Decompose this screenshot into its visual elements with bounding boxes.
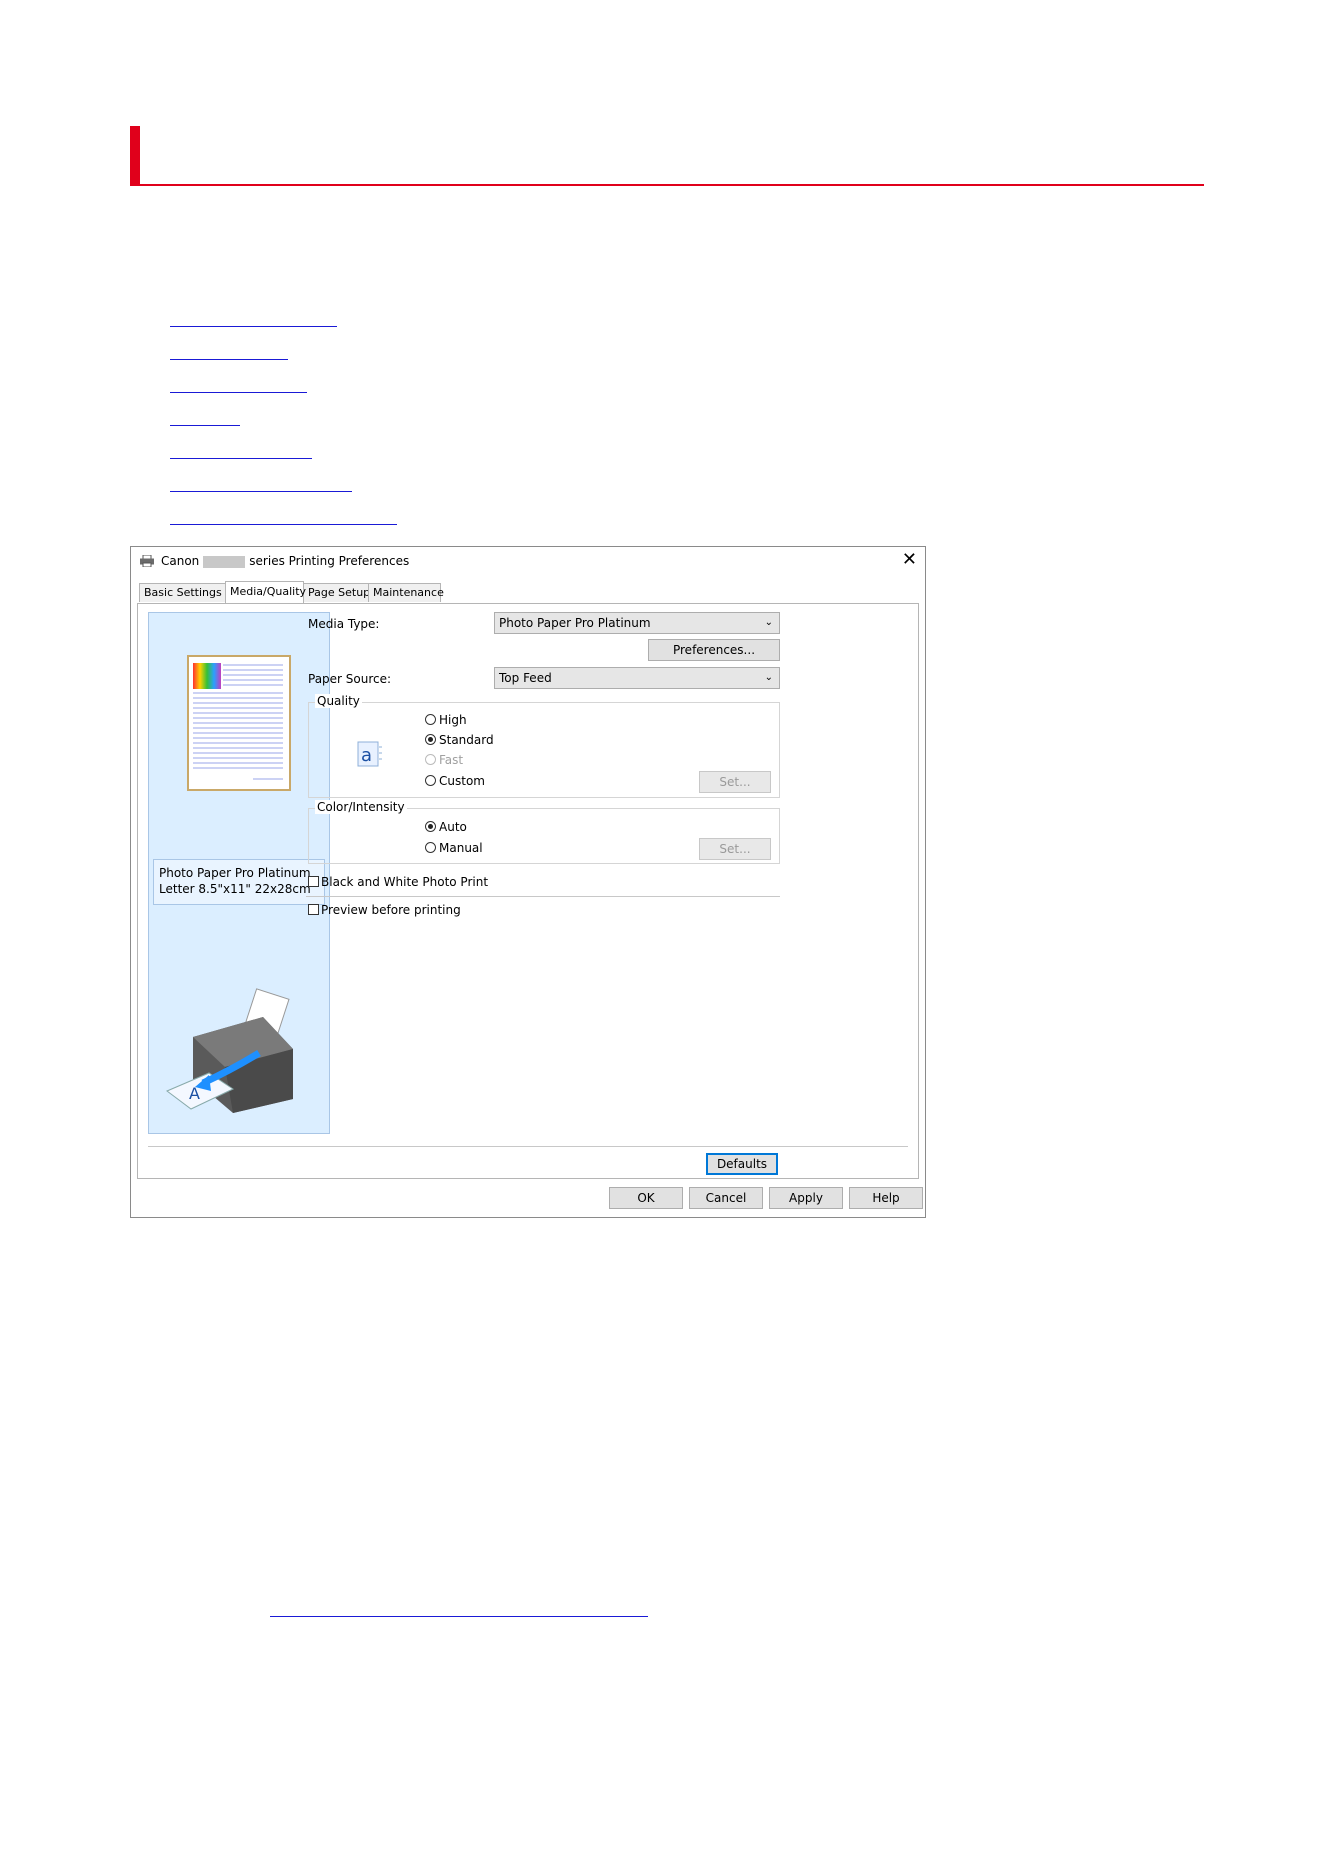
tab-basic-settings[interactable]: Basic Settings [139, 583, 226, 602]
media-type-label: Media Type: [308, 617, 380, 631]
chevron-down-icon: ⌄ [764, 672, 773, 683]
close-button[interactable]: ✕ [902, 549, 917, 571]
media-quality-panel: Photo Paper Pro Platinum Letter 8.5"x11"… [137, 603, 919, 1179]
preferences-button[interactable]: Preferences... [648, 639, 780, 661]
printer-icon [140, 555, 154, 567]
redacted-model-name [203, 555, 246, 568]
toc-link-1[interactable] [170, 312, 397, 345]
color-manual-radio[interactable]: Manual [425, 840, 483, 856]
ok-button[interactable]: OK [609, 1187, 683, 1209]
toc-link-4[interactable] [170, 411, 397, 444]
toc-link-3[interactable] [170, 378, 397, 411]
svg-text:a: a [361, 745, 372, 766]
printer-illustration-icon: A [166, 988, 293, 1113]
chevron-down-icon: ⌄ [764, 617, 773, 628]
defaults-button[interactable]: Defaults [706, 1153, 778, 1175]
help-button[interactable]: Help [849, 1187, 923, 1209]
toc-link-2[interactable] [170, 345, 397, 378]
related-topic-link[interactable] [270, 1600, 648, 1617]
dialog-title: Canon series Printing Preferences [161, 554, 410, 568]
quality-custom-radio[interactable]: Custom [425, 773, 485, 789]
toc-link-5[interactable] [170, 444, 397, 477]
media-type-select[interactable]: Photo Paper Pro Platinum ⌄ [494, 612, 780, 634]
quality-group-title: Quality [315, 694, 362, 708]
toc-link-6[interactable] [170, 477, 397, 510]
heading-accent-bar [130, 126, 140, 186]
quality-high-radio[interactable]: High [425, 712, 467, 728]
page-preview [187, 655, 291, 791]
page-header [130, 126, 1204, 186]
bw-photo-print-checkbox[interactable]: Black and White Photo Print [308, 874, 488, 890]
printing-preferences-dialog: Canon series Printing Preferences ✕ Basic… [130, 546, 926, 1218]
paper-source-label: Paper Source: [308, 672, 392, 686]
divider [148, 1146, 908, 1147]
quality-set-button: Set... [699, 771, 771, 793]
quality-standard-radio[interactable]: Standard [425, 732, 494, 748]
cancel-button[interactable]: Cancel [689, 1187, 763, 1209]
preview-before-printing-checkbox[interactable]: Preview before printing [308, 902, 461, 918]
heading-underline [130, 184, 1204, 186]
preview-pane: Photo Paper Pro Platinum Letter 8.5"x11"… [148, 612, 330, 1134]
divider [306, 896, 780, 897]
color-intensity-group-title: Color/Intensity [315, 800, 407, 814]
paper-info-box: Photo Paper Pro Platinum Letter 8.5"x11"… [153, 859, 325, 905]
color-intensity-group: Color/Intensity Auto Manual Set... [308, 800, 780, 864]
color-set-button: Set... [699, 838, 771, 860]
quality-group: Quality a High Standard Fast Custom Set.… [308, 694, 780, 798]
color-auto-radio[interactable]: Auto [425, 819, 467, 835]
tab-maintenance[interactable]: Maintenance [368, 583, 444, 602]
section-links [170, 312, 397, 543]
tab-media-quality[interactable]: Media/Quality [225, 581, 306, 603]
quality-fast-radio: Fast [425, 752, 463, 768]
quality-icon: a [357, 741, 382, 767]
paper-info-media: Photo Paper Pro Platinum [159, 866, 311, 880]
page-preview-lines [193, 663, 283, 780]
tab-page-setup[interactable]: Page Setup [303, 583, 370, 602]
paper-source-select[interactable]: Top Feed ⌄ [494, 667, 780, 689]
toc-link-7[interactable] [170, 510, 397, 543]
apply-button[interactable]: Apply [769, 1187, 843, 1209]
dialog-titlebar: Canon series Printing Preferences ✕ [131, 547, 925, 575]
paper-info-size: Letter 8.5"x11" 22x28cm [159, 882, 311, 896]
